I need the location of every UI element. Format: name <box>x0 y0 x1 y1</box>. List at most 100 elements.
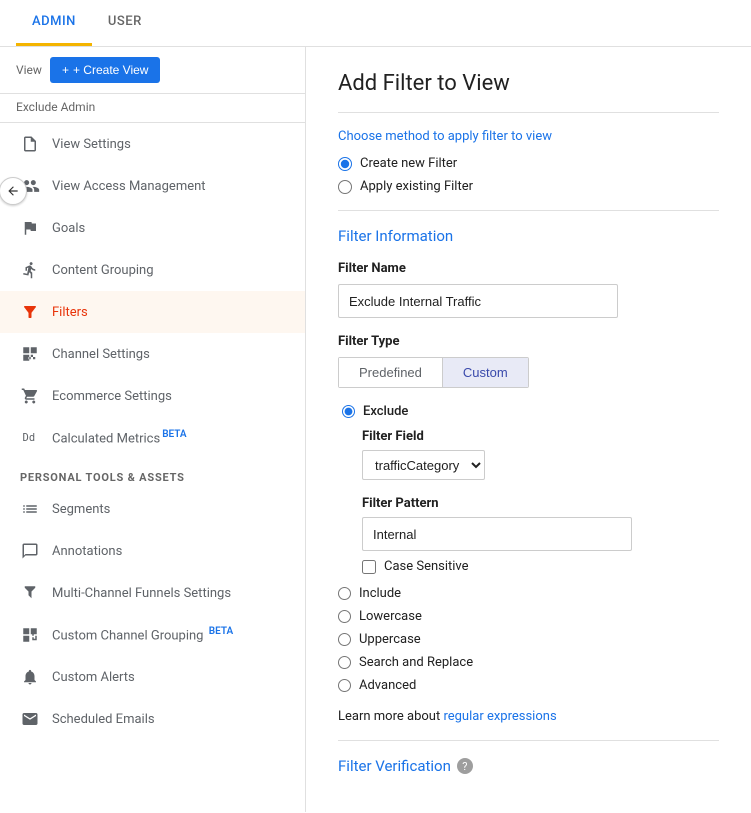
tab-admin[interactable]: ADMIN <box>16 0 92 46</box>
sidebar-item-content-grouping[interactable]: Content Grouping <box>0 249 305 291</box>
plus-icon: + <box>62 63 69 77</box>
verification-divider <box>338 740 719 741</box>
filter-info-title: Filter Information <box>338 227 719 245</box>
filter-verification-row: Filter Verification ? <box>338 757 719 775</box>
sidebar-item-ecommerce-label: Ecommerce Settings <box>52 389 289 404</box>
view-label: View <box>16 63 42 77</box>
sidebar-item-funnels-label: Multi-Channel Funnels Settings <box>52 586 289 601</box>
filter-field-select[interactable]: trafficCategory <box>362 450 485 480</box>
filter-type-tabs: Predefined Custom <box>338 357 529 388</box>
sidebar-item-scheduled-emails[interactable]: Scheduled Emails <box>0 698 305 740</box>
create-filter-radio[interactable] <box>338 157 352 171</box>
exclude-option[interactable]: Exclude <box>342 404 719 419</box>
filter-type-label: Filter Type <box>338 334 719 349</box>
apply-filter-label: Apply existing Filter <box>360 179 473 194</box>
include-option[interactable]: Include <box>338 586 719 601</box>
top-divider <box>338 112 719 113</box>
main-content: Add Filter to View Choose method to appl… <box>306 47 751 812</box>
beta-badge-channel: BETA <box>209 626 233 637</box>
cart-icon <box>20 386 40 406</box>
sidebar-item-ecommerce[interactable]: Ecommerce Settings <box>0 375 305 417</box>
uppercase-option[interactable]: Uppercase <box>338 632 719 647</box>
sidebar-item-filters[interactable]: Filters <box>0 291 305 333</box>
create-filter-label: Create new Filter <box>360 156 457 171</box>
filter-icon <box>20 302 40 322</box>
predefined-tab[interactable]: Predefined <box>339 358 443 387</box>
exclude-radio[interactable] <box>342 405 355 418</box>
help-icon[interactable]: ? <box>457 758 473 774</box>
search-replace-radio[interactable] <box>338 656 351 669</box>
svg-text:Dd: Dd <box>23 432 36 444</box>
flag-icon <box>20 218 40 238</box>
filter-type-section: Filter Type Predefined Custom <box>338 334 719 388</box>
calc-icon: Dd <box>20 428 40 448</box>
sidebar-item-annotations[interactable]: Annotations <box>0 530 305 572</box>
lowercase-label: Lowercase <box>359 609 422 624</box>
case-sensitive-row: Case Sensitive <box>362 559 719 574</box>
include-radio[interactable] <box>338 587 351 600</box>
sidebar-item-goals[interactable]: Goals <box>0 207 305 249</box>
filter-name-input[interactable] <box>338 284 618 318</box>
emails-icon <box>20 709 40 729</box>
learn-more-row: Learn more about regular expressions <box>338 709 719 724</box>
include-label: Include <box>359 586 401 601</box>
sidebar-item-custom-channel-label: Custom Channel Grouping BETA <box>52 626 289 643</box>
filter-link[interactable]: filter <box>482 129 508 144</box>
sidebar-item-filters-label: Filters <box>52 305 289 320</box>
sidebar-item-custom-channel[interactable]: Custom Channel Grouping BETA <box>0 614 305 656</box>
back-arrow-button[interactable] <box>0 177 27 205</box>
advanced-option[interactable]: Advanced <box>338 678 719 693</box>
sidebar-item-custom-alerts[interactable]: Custom Alerts <box>0 656 305 698</box>
annotations-icon <box>20 541 40 561</box>
sidebar-item-annotations-label: Annotations <box>52 544 289 559</box>
sidebar-item-calculated-metrics[interactable]: Dd Calculated MetricsBETA <box>0 417 305 459</box>
advanced-radio[interactable] <box>338 679 351 692</box>
sidebar-item-channel-settings-label: Channel Settings <box>52 347 289 362</box>
other-options: Include Lowercase Uppercase Search and R… <box>338 586 719 693</box>
sidebar-item-custom-alerts-label: Custom Alerts <box>52 670 289 685</box>
sidebar-item-channel-settings[interactable]: Channel Settings <box>0 333 305 375</box>
sidebar-item-segments-label: Segments <box>52 502 289 517</box>
custom-tab[interactable]: Custom <box>443 358 528 387</box>
segments-icon <box>20 499 40 519</box>
sidebar-item-scheduled-emails-label: Scheduled Emails <box>52 712 289 727</box>
alerts-icon <box>20 667 40 687</box>
filter-verification-title: Filter Verification <box>338 757 451 775</box>
search-replace-label: Search and Replace <box>359 655 473 670</box>
sidebar-item-content-grouping-label: Content Grouping <box>52 263 289 278</box>
tab-user[interactable]: USER <box>92 0 158 46</box>
advanced-label: Advanced <box>359 678 416 693</box>
case-sensitive-checkbox[interactable] <box>362 560 376 574</box>
sidebar-item-view-settings[interactable]: View Settings <box>0 123 305 165</box>
choose-method-label: Choose method to apply filter to view <box>338 129 719 144</box>
sidebar-item-view-access[interactable]: View Access Management <box>0 165 305 207</box>
sidebar: View + + Create View Exclude Admin View … <box>0 47 306 812</box>
channel-icon <box>20 344 40 364</box>
sidebar-item-view-access-label: View Access Management <box>52 179 289 194</box>
apply-filter-radio[interactable] <box>338 180 352 194</box>
create-view-button[interactable]: + + Create View <box>50 57 161 83</box>
sidebar-item-goals-label: Goals <box>52 221 289 236</box>
search-replace-option[interactable]: Search and Replace <box>338 655 719 670</box>
back-icon <box>6 184 20 198</box>
top-tabs: ADMIN USER <box>0 0 751 47</box>
sidebar-item-calculated-metrics-label: Calculated MetricsBETA <box>52 429 289 446</box>
person-run-icon <box>20 260 40 280</box>
lowercase-radio[interactable] <box>338 610 351 623</box>
create-filter-option[interactable]: Create new Filter <box>338 156 719 171</box>
sidebar-item-view-settings-label: View Settings <box>52 137 289 152</box>
filter-field-label: Filter Field <box>362 429 719 444</box>
uppercase-radio[interactable] <box>338 633 351 646</box>
filter-name-label: Filter Name <box>338 261 719 276</box>
filter-pattern-input[interactable] <box>362 517 632 551</box>
lowercase-option[interactable]: Lowercase <box>338 609 719 624</box>
apply-filter-option[interactable]: Apply existing Filter <box>338 179 719 194</box>
uppercase-label: Uppercase <box>359 632 421 647</box>
sidebar-item-funnels[interactable]: Multi-Channel Funnels Settings <box>0 572 305 614</box>
sidebar-item-segments[interactable]: Segments <box>0 488 305 530</box>
personal-tools-header: PERSONAL TOOLS & ASSETS <box>0 459 305 488</box>
exclude-section: Exclude Filter Field trafficCategory Fil… <box>342 404 719 574</box>
learn-more-link[interactable]: regular expressions <box>443 709 556 724</box>
filter-info-divider <box>338 210 719 211</box>
page-title: Add Filter to View <box>338 71 719 96</box>
